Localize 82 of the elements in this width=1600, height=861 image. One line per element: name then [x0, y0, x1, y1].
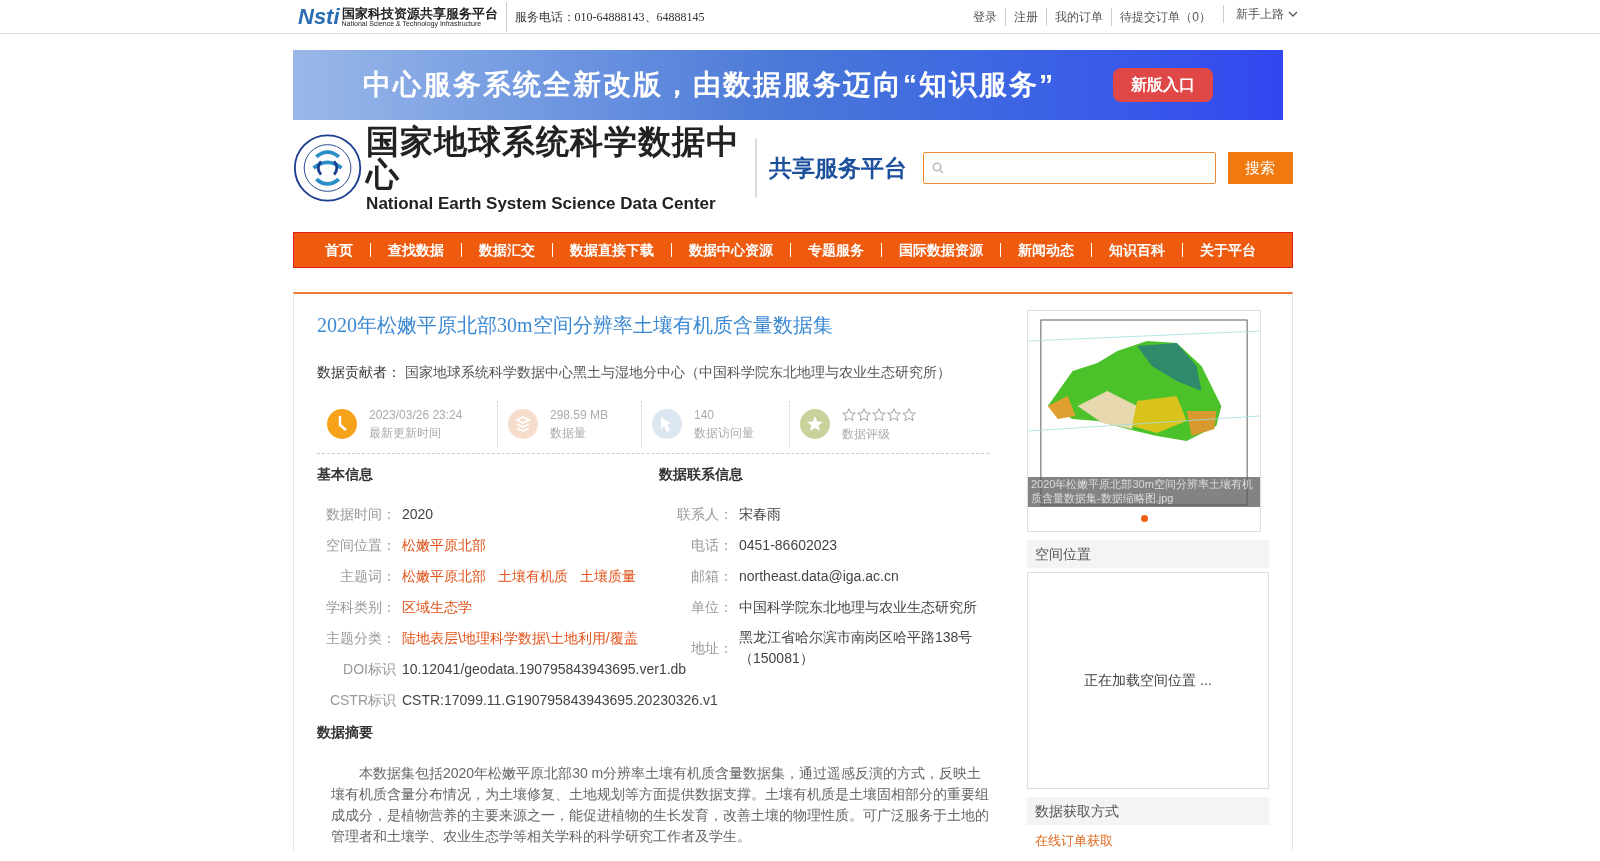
panel-heading: 数据获取方式	[1027, 797, 1269, 825]
keyword-link[interactable]: 陆地表层\地理科学数据\土地利用/覆盖	[402, 630, 638, 646]
guide-dropdown[interactable]: 新手上路	[1223, 4, 1298, 23]
field-label: 主题词：	[339, 567, 397, 586]
field-value: 宋春雨	[739, 505, 782, 524]
section-heading: 数据摘要	[317, 723, 374, 742]
dataset-title: 2020年松嫩平原北部30m空间分辨率土壤有机质含量数据集	[317, 313, 834, 338]
cursor-icon	[652, 409, 682, 439]
nav-item[interactable]: 关于平台	[1183, 239, 1273, 261]
field-label: 地址：	[690, 638, 734, 658]
section-heading: 数据联系信息	[659, 465, 744, 484]
keyword-link[interactable]: 土壤有机质	[498, 568, 568, 584]
loading-text: 正在加载空间位置 ...	[1084, 671, 1212, 690]
nav-item[interactable]: 知识百科	[1092, 239, 1182, 261]
layers-icon	[508, 409, 538, 439]
abstract-text: 本数据集包括2020年松嫩平原北部30 m分辨率土壤有机质含量数据集，通过遥感反演的方式，反映土壤有机质含量分布情况，为土壤修复、土地规划等方面提供数据支撑。土壤有机质是土壤固相部分的重要组成成分，是植物营养的主要来源之一，能促进植物的生长发育，改善土壤的物理性质。可广泛服务于土地的管理者和土壤学、农业生态学等相关学科的科学研究工作者及学生。	[331, 764, 989, 846]
field-value: 10.12041/geodata.190795843943695.ver1.db	[402, 660, 687, 679]
search-field[interactable]	[923, 152, 1216, 184]
online-order-link[interactable]: 在线订单获取	[1027, 831, 1269, 851]
field-label: 单位：	[690, 598, 734, 617]
nav-item[interactable]: 查找数据	[371, 239, 461, 261]
top-link[interactable]: 待提交订单（0）	[1111, 7, 1219, 26]
panel-heading: 空间位置	[1027, 540, 1269, 568]
field-value: CSTR:17099.11.G190795843943695.20230326.v1	[402, 691, 718, 710]
star-icon	[857, 408, 871, 422]
field-label: CSTR标识	[328, 691, 397, 710]
phone-text: 服务电话：010-64888143、64888145	[514, 8, 705, 26]
field-value: 0451-86602023	[739, 536, 839, 555]
field-value: northeast.data@iga.ac.cn	[739, 567, 900, 586]
stat-label: 数据评级	[842, 428, 891, 440]
logo-mark: Nsti	[298, 5, 340, 28]
nav-item[interactable]: 数据直接下载	[553, 239, 671, 261]
stat-value: 140	[694, 409, 716, 421]
search-icon	[932, 162, 945, 174]
banner-headline: 中心服务系统全新改版，由数据服务迈向“知识服务”	[363, 68, 1055, 102]
field-label: 联系人：	[676, 505, 734, 524]
field-value: 中国科学院东北地理与农业生态研究所	[739, 598, 978, 617]
nav-item[interactable]: 首页	[308, 239, 370, 261]
star-badge-icon	[800, 409, 830, 439]
section-heading: 基本信息	[317, 465, 374, 484]
stat-label: 数据量	[550, 427, 587, 439]
field-value: 黑龙江省哈尔滨市南岗区哈平路138号（150081）	[739, 628, 974, 668]
chevron-down-icon	[1288, 10, 1298, 17]
field-label: 数据时间：	[325, 505, 397, 524]
field-label: 邮箱：	[690, 567, 734, 586]
search-button[interactable]: 搜索	[1227, 152, 1293, 184]
nav-item[interactable]: 专题服务	[791, 239, 881, 261]
field-label: 学科类别：	[325, 598, 397, 617]
top-link[interactable]: 登录	[965, 7, 1006, 26]
logo-title: 国家科技资源共享服务平台	[341, 6, 498, 20]
nav-item[interactable]: 数据汇交	[462, 239, 552, 261]
thumbnail-caption: 2020年松嫩平原北部30m空间分辨率土壤有机质含量数据集-数据缩略图.jpg	[1031, 477, 1254, 505]
center-subtitle: National Earth System Science Data Center	[366, 194, 717, 212]
star-icon	[842, 408, 856, 422]
stat-label: 最新更新时间	[369, 427, 442, 439]
stat-value: 298.59 MB	[550, 409, 609, 421]
nav-item[interactable]: 国际数据资源	[882, 239, 1000, 261]
field-value: 2020	[402, 505, 434, 524]
keyword-link[interactable]: 土壤质量	[580, 568, 636, 584]
nav-item[interactable]: 新闻动态	[1001, 239, 1091, 261]
star-icon	[872, 408, 886, 422]
field-label: 电话：	[690, 536, 734, 555]
seal-logo-icon	[293, 131, 363, 205]
keyword-link[interactable]: 松嫩平原北部	[402, 537, 486, 553]
contributor-text: 国家地球系统科学数据中心黑土与湿地分中心（中国科学院东北地理与农业生态研究所）	[405, 363, 951, 382]
star-icon	[887, 408, 901, 422]
field-label: 主题分类：	[325, 629, 397, 648]
new-version-button[interactable]: 新版入口	[1113, 68, 1213, 102]
field-label: 空间位置：	[325, 536, 397, 555]
field-label: DOI标识	[342, 660, 397, 679]
keyword-link[interactable]: 区域生态学	[402, 599, 472, 615]
contributor-label: 数据贡献者：	[317, 363, 401, 382]
stat-label: 数据访问量	[694, 427, 754, 439]
stat-value: 2023/03/26 23:24	[369, 409, 463, 421]
top-link[interactable]: 我的订单	[1046, 7, 1112, 26]
nav-item[interactable]: 数据中心资源	[672, 239, 790, 261]
clock-icon	[327, 409, 357, 439]
keyword-link[interactable]: 松嫩平原北部	[402, 568, 486, 584]
platform-title: 共享服务平台	[769, 153, 908, 183]
star-icon	[902, 408, 916, 422]
center-title: 国家地球系统科学数据中心	[366, 124, 742, 191]
top-link[interactable]: 注册	[1005, 7, 1047, 26]
